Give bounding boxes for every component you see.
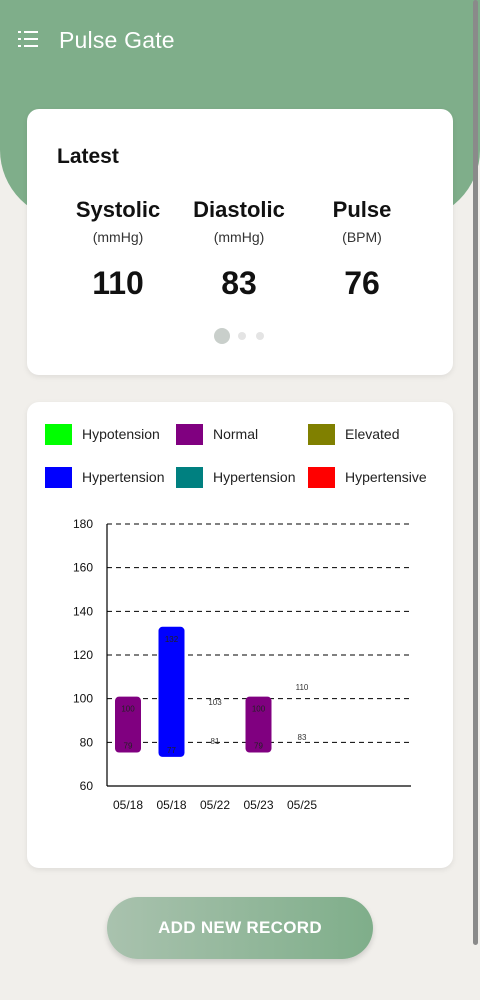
list-icon[interactable]	[18, 30, 38, 48]
bar-value-label: 132	[165, 635, 179, 644]
metric-unit: (mmHg)	[213, 229, 265, 245]
y-tick-label: 100	[73, 692, 93, 706]
page-dot[interactable]	[238, 332, 246, 340]
bar-value-label: 110	[296, 683, 309, 692]
bp-bar	[158, 626, 185, 757]
metric-unit: (mmHg)	[92, 229, 144, 245]
metric-diastolic: Diastolic (mmHg) 83	[179, 197, 299, 302]
metric-systolic: Systolic (mmHg) 110	[58, 197, 178, 302]
page-dot[interactable]	[256, 332, 264, 340]
page-dot-active[interactable]	[214, 328, 230, 344]
chart-card: Hypotension Normal Elevated Hypertension…	[27, 402, 453, 868]
scrollbar[interactable]	[473, 0, 478, 945]
bar-value-label: 79	[124, 742, 133, 751]
y-tick-label: 80	[80, 735, 94, 749]
x-tick-label: 05/22	[200, 798, 230, 812]
metric-value: 110	[92, 265, 144, 301]
metric-name: Systolic	[75, 197, 161, 222]
bar-value-label: 83	[298, 733, 307, 742]
app-title: Pulse Gate	[59, 27, 175, 53]
y-tick-label: 160	[73, 561, 93, 575]
metric-value: 76	[344, 265, 380, 301]
bar-value-label: 77	[167, 746, 176, 755]
bar-value-label: 81	[211, 737, 220, 746]
latest-card[interactable]: Latest Systolic (mmHg) 110 Diastolic (mm…	[27, 109, 453, 375]
metric-pulse: Pulse (BPM) 76	[302, 197, 422, 302]
bar-value-label: 103	[208, 698, 222, 707]
x-tick-label: 05/18	[113, 798, 143, 812]
x-tick-label: 05/23	[243, 798, 273, 812]
bar-value-label: 100	[121, 705, 135, 714]
y-tick-label: 120	[73, 648, 93, 662]
metric-unit: (BPM)	[342, 229, 382, 245]
y-tick-label: 60	[80, 779, 94, 793]
add-new-record-button[interactable]: ADD NEW RECORD	[107, 897, 373, 959]
bar-value-label: 79	[254, 742, 263, 751]
x-tick-label: 05/25	[287, 798, 317, 812]
metric-name: Diastolic	[193, 197, 285, 222]
metric-value: 83	[221, 265, 257, 301]
bar-value-label: 100	[252, 705, 266, 714]
blood-pressure-chart: 60 80 100 120 140 160 180 100 79 05/18 132 77 05/18 1…	[73, 517, 411, 812]
latest-title: Latest	[57, 145, 119, 168]
y-tick-label: 140	[73, 604, 93, 618]
metric-name: Pulse	[332, 197, 392, 222]
x-tick-label: 05/18	[156, 798, 186, 812]
y-tick-label: 180	[73, 517, 93, 531]
